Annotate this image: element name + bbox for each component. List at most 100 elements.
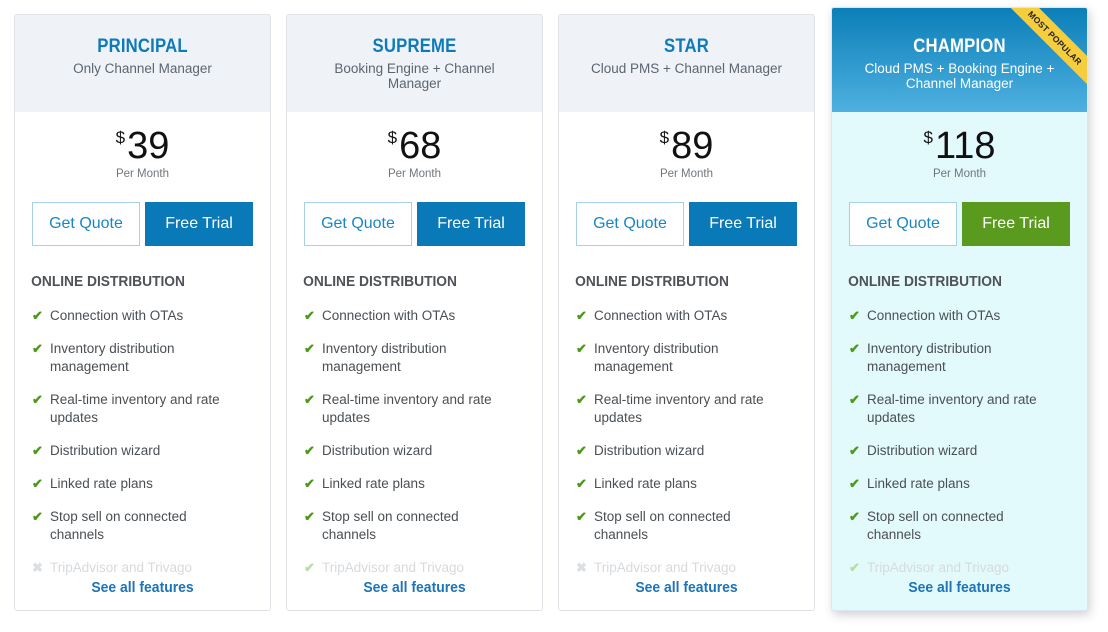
- check-icon: ✔: [576, 392, 587, 407]
- check-icon: ✔: [576, 341, 587, 356]
- feature-item: ✔ Real-time inventory and rate updates: [304, 391, 525, 427]
- feature-label: Distribution wizard: [594, 443, 705, 458]
- cta-row: Get Quote Free Trial: [832, 202, 1087, 246]
- price: $ 68: [388, 126, 442, 166]
- get-quote-button[interactable]: Get Quote: [304, 202, 412, 246]
- check-icon: ✔: [849, 392, 860, 407]
- price-block: $ 39 Per Month: [15, 126, 270, 198]
- price-amount: 89: [671, 125, 714, 167]
- free-trial-button[interactable]: Free Trial: [962, 202, 1070, 246]
- check-icon: ✔: [304, 341, 315, 356]
- check-icon: ✔: [849, 308, 860, 323]
- feature-item: ✔ Distribution wizard: [304, 442, 525, 460]
- check-icon: ✔: [576, 443, 587, 458]
- currency-symbol: $: [387, 128, 398, 147]
- feature-item: ✔ Connection with OTAs: [576, 307, 797, 325]
- check-icon: ✔: [849, 443, 860, 458]
- pricing-card-principal: PRINCIPAL Only Channel Manager $ 39 Per …: [14, 14, 271, 611]
- feature-item: ✔ Inventory distribution management: [576, 340, 797, 376]
- price-block: $ 118 Per Month: [832, 126, 1087, 198]
- most-popular-ribbon: MOST POPULAR: [997, 8, 1087, 98]
- check-icon: ✔: [32, 392, 43, 407]
- feature-item: ✔ Stop sell on connected channels: [849, 508, 1070, 544]
- feature-label: Linked rate plans: [594, 476, 697, 491]
- price-amount: 118: [934, 125, 996, 167]
- card-header: PRINCIPAL Only Channel Manager: [15, 15, 270, 112]
- price-period: Per Month: [115, 168, 170, 180]
- feature-label: Connection with OTAs: [50, 308, 184, 323]
- feature-list: ✔ Connection with OTAs ✔ Inventory distribu…: [832, 307, 1087, 577]
- feature-label: TripAdvisor and Trivago: [867, 560, 1010, 575]
- section-title: ONLINE DISTRIBUTION: [848, 274, 1002, 290]
- feature-item: ✔ Inventory distribution management: [304, 340, 525, 376]
- price-period: Per Month: [659, 168, 714, 180]
- check-icon: ✔: [304, 476, 315, 491]
- feature-item: ✔ Real-time inventory and rate updates: [576, 391, 797, 427]
- feature-label: Distribution wizard: [50, 443, 161, 458]
- check-icon: ✔: [32, 308, 43, 323]
- price: $ 89: [660, 126, 714, 166]
- get-quote-button[interactable]: Get Quote: [576, 202, 684, 246]
- feature-label: TripAdvisor and Trivago: [594, 560, 737, 575]
- feature-label: TripAdvisor and Trivago: [50, 560, 193, 575]
- feature-list: ✔ Connection with OTAs ✔ Inventory distribu…: [559, 307, 814, 577]
- feature-item: ✔ Real-time inventory and rate updates: [849, 391, 1070, 427]
- check-icon: ✔: [304, 392, 315, 407]
- plan-name: SUPREME: [372, 36, 457, 57]
- plan-subtitle: Cloud PMS + Channel Manager: [591, 61, 782, 76]
- feature-list: ✔ Connection with OTAs ✔ Inventory distribu…: [15, 307, 270, 577]
- check-icon: ✔: [849, 560, 860, 575]
- cta-row: Get Quote Free Trial: [287, 202, 542, 246]
- feature-label: Distribution wizard: [867, 443, 978, 458]
- section-title: ONLINE DISTRIBUTION: [303, 274, 457, 290]
- feature-item: ✔ Connection with OTAs: [849, 307, 1070, 325]
- see-all-features-link[interactable]: See all features: [568, 579, 805, 596]
- feature-label: Linked rate plans: [322, 476, 425, 491]
- check-icon: ✔: [849, 509, 860, 524]
- check-icon: ✔: [304, 443, 315, 458]
- check-icon: ✔: [32, 341, 43, 356]
- feature-label: Distribution wizard: [322, 443, 433, 458]
- feature-item: ✔ Inventory distribution management: [849, 340, 1070, 376]
- cross-icon: ✖: [576, 560, 587, 575]
- feature-label: Stop sell on connected channels: [50, 509, 187, 542]
- plan-subtitle: Booking Engine + Channel Manager: [334, 61, 495, 91]
- cta-row: Get Quote Free Trial: [559, 202, 814, 246]
- feature-item: ✔ Connection with OTAs: [32, 307, 253, 325]
- price-block: $ 89 Per Month: [559, 126, 814, 198]
- price-period: Per Month: [932, 168, 987, 180]
- feature-item: ✔ Inventory distribution management: [32, 340, 253, 376]
- get-quote-button[interactable]: Get Quote: [32, 202, 140, 246]
- check-icon: ✔: [304, 308, 315, 323]
- plan-name: PRINCIPAL: [97, 36, 188, 57]
- price-period: Per Month: [387, 168, 442, 180]
- feature-item: ✔ Distribution wizard: [576, 442, 797, 460]
- feature-item: ✖ TripAdvisor and Trivago: [576, 559, 797, 577]
- feature-item: ✔ Stop sell on connected channels: [32, 508, 253, 544]
- feature-item: ✔ Stop sell on connected channels: [576, 508, 797, 544]
- section-title: ONLINE DISTRIBUTION: [575, 274, 729, 290]
- check-icon: ✔: [304, 560, 315, 575]
- free-trial-button[interactable]: Free Trial: [145, 202, 253, 246]
- feature-label: Linked rate plans: [50, 476, 153, 491]
- see-all-features-link[interactable]: See all features: [841, 579, 1078, 596]
- check-icon: ✔: [849, 341, 860, 356]
- feature-item: ✔ Stop sell on connected channels: [304, 508, 525, 544]
- feature-label: Real-time inventory and rate updates: [594, 392, 764, 425]
- pricing-card-star: STAR Cloud PMS + Channel Manager $ 89 Pe…: [558, 14, 815, 611]
- free-trial-button[interactable]: Free Trial: [417, 202, 525, 246]
- currency-symbol: $: [923, 128, 933, 147]
- free-trial-button[interactable]: Free Trial: [689, 202, 797, 246]
- see-all-features-link[interactable]: See all features: [296, 579, 533, 596]
- feature-label: Real-time inventory and rate updates: [50, 392, 220, 425]
- get-quote-button[interactable]: Get Quote: [849, 202, 957, 246]
- feature-item: ✖ TripAdvisor and Trivago: [32, 559, 253, 577]
- feature-label: Real-time inventory and rate updates: [322, 392, 492, 425]
- feature-item: ✔ Linked rate plans: [32, 475, 253, 493]
- pricing-card-supreme: SUPREME Booking Engine + Channel Manager…: [286, 14, 543, 611]
- feature-item: ✔ Connection with OTAs: [304, 307, 525, 325]
- ribbon-label: MOST POPULAR: [1001, 8, 1087, 92]
- see-all-features-link[interactable]: See all features: [24, 579, 261, 596]
- cta-row: Get Quote Free Trial: [15, 202, 270, 246]
- price-amount: 39: [127, 125, 170, 167]
